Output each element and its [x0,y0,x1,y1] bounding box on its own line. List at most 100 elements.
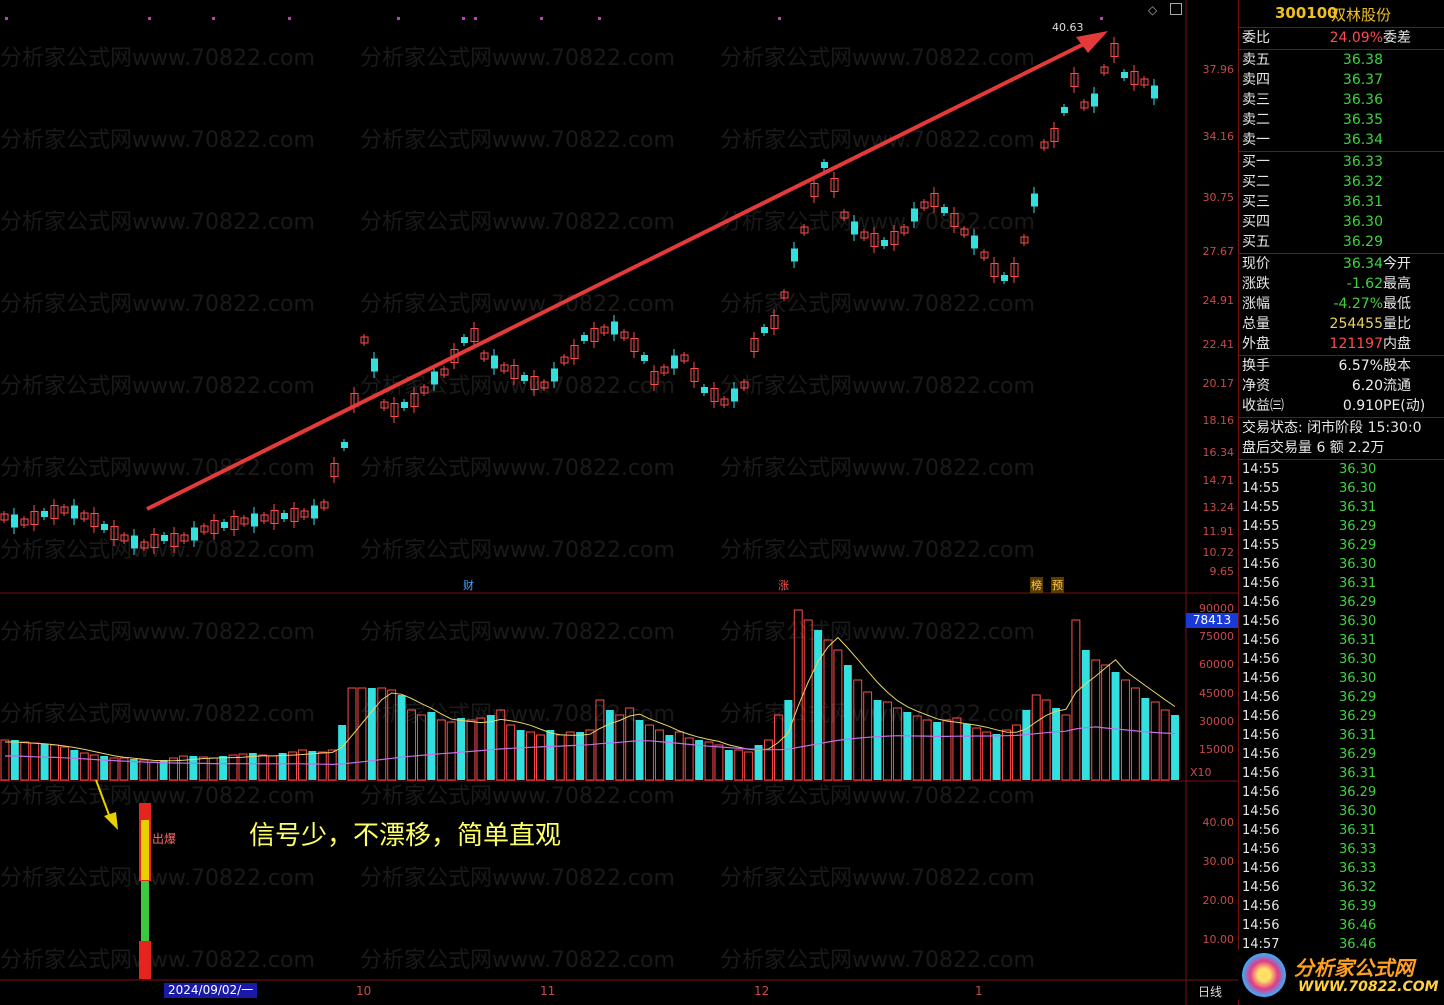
tick-row: 14:56 36.30 [1239,555,1444,574]
volume-bar [70,750,79,780]
event-text: 财 [463,579,474,592]
volume-bar [1041,699,1051,781]
tick-price: 36.29 [1339,519,1377,534]
candle-body [581,335,588,341]
event-marker-limitup[interactable]: 涨 [777,577,790,593]
row-value: 36.35 [1342,112,1383,128]
top-marker-dot [1100,17,1103,20]
bid-row: 买五 36.29 [1239,232,1444,252]
watermark-text: 分析家公式网www.70822.com [720,866,1035,891]
volume-bar [436,719,446,781]
volume-bar [714,744,724,781]
signal-bar-green [141,881,149,941]
top-marker-dot [288,17,291,20]
volume-bar [30,742,40,781]
candle-body [641,355,648,361]
tick-time: 14:56 [1242,557,1280,572]
weibi-value: 24.09% [1329,30,1383,46]
volume-axis-label: 30000 [1199,715,1234,728]
price-axis-label: 27.67 [1202,245,1235,258]
diamond-icon[interactable]: ◇ [1148,3,1157,17]
period-tab[interactable]: 日线 [1198,983,1222,1000]
tick-row: 14:56 36.46 [1239,916,1444,935]
volume-bar [674,731,684,781]
tick-time: 14:56 [1242,766,1280,781]
chart-area[interactable]: 分析家公式网www.70822.com 分析家公式网www.70822.com 分析… [0,0,1238,1005]
volume-axis-label: 60000 [1199,658,1234,671]
candle-body [611,321,618,335]
candle-body [251,513,258,527]
tick-time: 14:55 [1242,519,1280,534]
window-icon[interactable] [1170,3,1182,15]
tick-row: 14:55 36.29 [1239,536,1444,555]
tick-row: 14:56 36.30 [1239,669,1444,688]
tick-price: 36.39 [1339,899,1377,914]
volume-bar [734,749,744,781]
row-right-label: 最高 [1383,276,1411,292]
after-hours: 盘后交易量 6 额 2.2万 [1239,438,1444,458]
tick-price: 36.29 [1339,538,1377,553]
volume-bar [546,730,555,780]
event-marker-finance[interactable]: 财 [462,577,475,593]
row-right-label: 内盘 [1383,336,1411,352]
candle-body [821,162,828,168]
volume-bar [258,754,268,781]
volume-bar [446,721,456,781]
volume-bar [1011,724,1021,781]
date-tag: 2024/09/02/一 [164,983,258,998]
row-value: 254455 [1329,316,1383,332]
watermark-text: 分析家公式网www.70822.com [720,374,1035,399]
tick-price: 36.30 [1339,652,1377,667]
candle-body [431,371,438,385]
row-label: 涨幅 [1242,296,1270,312]
bid-row: 买四 36.30 [1239,212,1444,232]
candle-body [851,221,858,235]
volume-bar [228,754,238,781]
candle-body [701,387,708,393]
volume-bar [476,717,486,781]
volume-bar [764,739,773,781]
price-axis-label: 11.91 [1202,525,1235,538]
candle-body [281,513,288,519]
volume-bar [50,744,59,781]
tick-price: 36.30 [1339,462,1377,477]
volume-bar [724,750,733,780]
tick-row: 14:56 36.32 [1239,878,1444,897]
volume-axis-label: 15000 [1199,743,1234,756]
watermark-text: 分析家公式网www.70822.com [720,948,1035,973]
tick-row: 14:56 36.29 [1239,593,1444,612]
top-marker-dot [778,17,781,20]
volume-bar [79,752,89,781]
volume-bar [308,751,317,780]
volume-bar [843,665,852,780]
watermark-text: 分析家公式网www.70822.com [360,46,675,71]
candle-body [1151,85,1158,99]
volume-bar [149,761,159,781]
tick-price: 36.31 [1339,576,1377,591]
tick-row: 14:56 36.31 [1239,574,1444,593]
row-right-label: 股本 [1383,358,1411,374]
tick-row: 14:56 36.29 [1239,688,1444,707]
volume-bar [397,695,406,780]
event-marker-forecast[interactable]: 预 [1051,577,1064,593]
tick-price: 36.46 [1339,918,1377,933]
stat-row: 外盘 121197 内盘 [1239,334,1444,354]
candle-body [491,355,498,369]
row-value: 36.30 [1342,214,1383,230]
volume-bar [278,753,287,780]
watermark-text: 分析家公式网www.70822.com [720,620,1035,645]
row-label: 净资 [1242,378,1270,394]
volume-bar [466,719,476,781]
volume-bar [1141,698,1150,780]
price-axis-label: 18.16 [1202,414,1235,427]
top-marker-dot [598,17,601,20]
candle-body [221,522,228,528]
candle-body [131,535,138,549]
volume-bar [427,712,436,780]
event-marker-list[interactable]: 榜 [1030,577,1043,593]
price-axis-label: 13.24 [1202,501,1235,514]
tick-price: 36.30 [1339,614,1377,629]
tick-time: 14:56 [1242,690,1280,705]
price-axis-label: 16.34 [1202,446,1235,459]
tick-row: 14:56 36.33 [1239,840,1444,859]
